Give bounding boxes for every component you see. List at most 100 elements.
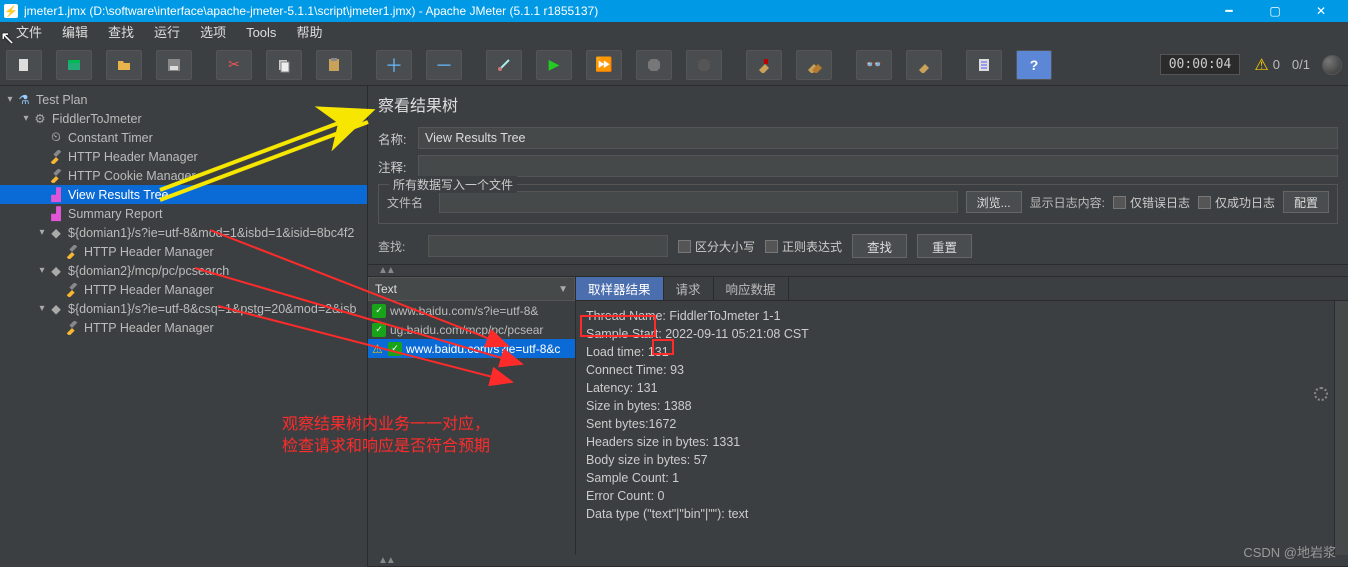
tree-item-label: ${domian1}/s?ie=utf-8&csq=1&pstg=20&mod=…: [68, 302, 356, 316]
tree-item[interactable]: HTTP Header Manager: [0, 147, 367, 166]
watermark: CSDN @地岩浆: [1243, 542, 1336, 561]
detail-line: Sent bytes:1672: [586, 415, 1338, 433]
maximize-button[interactable]: ▢: [1252, 0, 1298, 22]
default-icon: ◆: [48, 225, 64, 241]
splitter-bottom[interactable]: ▲▲: [368, 555, 1348, 567]
find-button[interactable]: 👓: [856, 50, 892, 80]
detail-line: Load time: 131: [586, 343, 1338, 361]
detail-line: Latency: 131: [586, 379, 1338, 397]
reset-button[interactable]: 重置: [917, 234, 972, 258]
warning-icon[interactable]: ⚠: [1254, 55, 1268, 75]
result-item[interactable]: ⚠✓www.baidu.com/s?ie=utf-8&c: [368, 339, 575, 358]
result-item[interactable]: ✓www.baidu.com/s?ie=utf-8&: [368, 301, 575, 320]
close-button[interactable]: ✕: [1298, 0, 1344, 22]
vertical-scrollbar[interactable]: [1334, 301, 1348, 555]
search-input[interactable]: [428, 235, 668, 257]
detail-line: Sample Count: 1: [586, 469, 1338, 487]
shutdown-button[interactable]: [686, 50, 722, 80]
menu-search[interactable]: 查找: [98, 22, 144, 44]
tree-item[interactable]: ▾◆${domian1}/s?ie=utf-8&csq=1&pstg=20&mo…: [0, 299, 367, 318]
save-button[interactable]: [156, 50, 192, 80]
success-only-checkbox[interactable]: 仅成功日志: [1198, 194, 1275, 211]
globe-icon: [1322, 55, 1342, 75]
tree-item[interactable]: HTTP Header Manager: [0, 318, 367, 337]
wrench-icon: [64, 320, 80, 336]
tree-item[interactable]: ▟Summary Report: [0, 204, 367, 223]
tree-expander-icon[interactable]: ▾: [36, 265, 48, 276]
expand-button[interactable]: ＋: [376, 50, 412, 80]
browse-button[interactable]: 浏览...: [966, 191, 1022, 213]
minimize-button[interactable]: ━: [1206, 0, 1252, 22]
tree-item-label: Constant Timer: [68, 131, 153, 145]
search-label: 查找:: [378, 238, 418, 255]
sampler-result-text[interactable]: Thread Name: FiddlerToJmeter 1-1Sample S…: [576, 301, 1348, 555]
tree-item[interactable]: ▾⚗Test Plan: [0, 90, 367, 109]
filename-input[interactable]: [439, 191, 958, 213]
tree-item[interactable]: ▾⚙FiddlerToJmeter: [0, 109, 367, 128]
tree-item[interactable]: ▟View Results Tree: [0, 185, 367, 204]
result-detail-panel: 取样器结果 请求 响应数据 Thread Name: FiddlerToJmet…: [576, 277, 1348, 555]
configure-button[interactable]: 配置: [1283, 191, 1329, 213]
regex-checkbox[interactable]: 正则表达式: [765, 238, 842, 255]
doc-button[interactable]: [966, 50, 1002, 80]
detail-line: Data type ("text"|"bin"|""): text: [586, 505, 1338, 523]
stop-button[interactable]: [636, 50, 672, 80]
comment-input[interactable]: [418, 155, 1338, 177]
window-controls: ━ ▢ ✕: [1206, 0, 1344, 22]
tree-panel: ▾⚗Test Plan▾⚙FiddlerToJmeter⏲Constant Ti…: [0, 86, 368, 567]
tree-expander-icon[interactable]: ▾: [36, 303, 48, 314]
tab-response[interactable]: 响应数据: [714, 277, 789, 300]
cut-button[interactable]: ✂: [216, 50, 252, 80]
warning-icon: ⚠: [372, 343, 384, 355]
title-bar: ⚡ jmeter1.jmx (D:\software\interface\apa…: [0, 0, 1348, 22]
tree-item[interactable]: ▾◆${domian1}/s?ie=utf-8&mod=1&isbd=1&isi…: [0, 223, 367, 242]
detail-line: Size in bytes: 1388: [586, 397, 1338, 415]
help-button[interactable]: ?: [1016, 50, 1052, 80]
tree-item-label: HTTP Header Manager: [84, 245, 214, 259]
tree-item-label: Test Plan: [36, 93, 87, 107]
tree-item[interactable]: HTTP Header Manager: [0, 242, 367, 261]
case-sensitive-checkbox[interactable]: 区分大小写: [678, 238, 755, 255]
result-item[interactable]: ✓ug.baidu.com/mcp/pc/pcsear: [368, 320, 575, 339]
view-results-tree-panel: 察看结果树 名称: 注释: 所有数据写入一个文件 文件名 浏览... 显示日志内…: [368, 86, 1348, 567]
tree-item[interactable]: ▾◆${domian2}/mcp/pc/pcsearch: [0, 261, 367, 280]
menu-edit[interactable]: 编辑: [52, 22, 98, 44]
wrench-icon: [48, 149, 64, 165]
copy-button[interactable]: [266, 50, 302, 80]
start-button[interactable]: ▶: [536, 50, 572, 80]
splitter[interactable]: ▲▲: [368, 264, 1348, 276]
search-button[interactable]: 查找: [852, 234, 907, 258]
tree-expander-icon[interactable]: ▾: [20, 113, 32, 124]
errors-only-checkbox[interactable]: 仅错误日志: [1113, 194, 1190, 211]
tree-item[interactable]: HTTP Header Manager: [0, 280, 367, 299]
start-no-pauses-button[interactable]: ⏩: [586, 50, 622, 80]
collapse-button[interactable]: －: [426, 50, 462, 80]
menu-tools[interactable]: Tools: [236, 22, 286, 44]
menu-run[interactable]: 运行: [144, 22, 190, 44]
clear-button[interactable]: [746, 50, 782, 80]
tree-expander-icon[interactable]: ▾: [36, 227, 48, 238]
menu-help[interactable]: 帮助: [286, 22, 332, 44]
toggle-button[interactable]: [486, 50, 522, 80]
paste-button[interactable]: [316, 50, 352, 80]
tree-expander-icon[interactable]: ▾: [4, 94, 16, 105]
renderer-combo[interactable]: Text ▼: [368, 277, 575, 301]
result-item-label: www.baidu.com/s?ie=utf-8&: [390, 304, 538, 318]
wrench-icon: [64, 244, 80, 260]
clear-all-button[interactable]: [796, 50, 832, 80]
menu-options[interactable]: 选项: [190, 22, 236, 44]
tree-item[interactable]: HTTP Cookie Manager: [0, 166, 367, 185]
annotation-line2: 检查请求和响应是否符合预期: [282, 436, 490, 458]
tree-item[interactable]: ⏲Constant Timer: [0, 128, 367, 147]
detail-tabs: 取样器结果 请求 响应数据: [576, 277, 1348, 301]
tab-sampler-result[interactable]: 取样器结果: [576, 277, 664, 300]
function-helper-button[interactable]: [906, 50, 942, 80]
gear-icon: ⚙: [32, 111, 48, 127]
open-button[interactable]: [106, 50, 142, 80]
tree-item-label: HTTP Cookie Manager: [68, 169, 196, 183]
new-button[interactable]: [6, 50, 42, 80]
name-input[interactable]: [418, 127, 1338, 149]
tab-request[interactable]: 请求: [664, 277, 714, 300]
templates-button[interactable]: [56, 50, 92, 80]
test-plan-tree[interactable]: ▾⚗Test Plan▾⚙FiddlerToJmeter⏲Constant Ti…: [0, 86, 367, 341]
